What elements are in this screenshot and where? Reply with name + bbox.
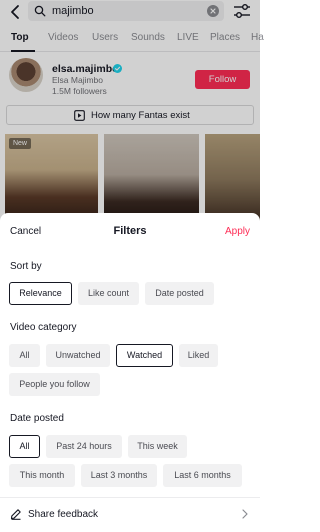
feedback-edit-icon — [10, 509, 21, 520]
chevron-right-icon — [242, 509, 248, 519]
divider — [0, 497, 260, 498]
apply-button[interactable]: Apply — [225, 226, 250, 237]
date-option-this-month[interactable]: This month — [9, 464, 75, 487]
date-option-last-6-months[interactable]: Last 6 months — [163, 464, 242, 487]
share-feedback-label: Share feedback — [28, 509, 99, 520]
sort-option-relevance[interactable]: Relevance — [9, 282, 72, 305]
video-category-label: Video category — [10, 322, 77, 333]
sort-option-date-posted[interactable]: Date posted — [145, 282, 214, 305]
date-option-past-24-hours[interactable]: Past 24 hours — [46, 435, 122, 458]
date-option-all[interactable]: All — [9, 435, 40, 458]
sort-option-like-count[interactable]: Like count — [78, 282, 139, 305]
category-option-unwatched[interactable]: Unwatched — [46, 344, 110, 367]
filters-header: Cancel Filters Apply — [0, 213, 260, 251]
category-option-watched[interactable]: Watched — [116, 344, 173, 367]
filters-sheet: Cancel Filters Apply Sort by Relevance L… — [0, 213, 260, 532]
date-option-last-3-months[interactable]: Last 3 months — [81, 464, 157, 487]
category-option-liked[interactable]: Liked — [179, 344, 218, 367]
date-posted-label: Date posted — [10, 413, 64, 424]
share-feedback-row[interactable]: Share feedback — [0, 503, 260, 527]
sort-by-label: Sort by — [10, 261, 42, 272]
date-option-this-week[interactable]: This week — [128, 435, 187, 458]
category-option-people-you-follow[interactable]: People you follow — [9, 373, 100, 396]
category-option-all[interactable]: All — [9, 344, 40, 367]
filters-title: Filters — [113, 225, 147, 237]
